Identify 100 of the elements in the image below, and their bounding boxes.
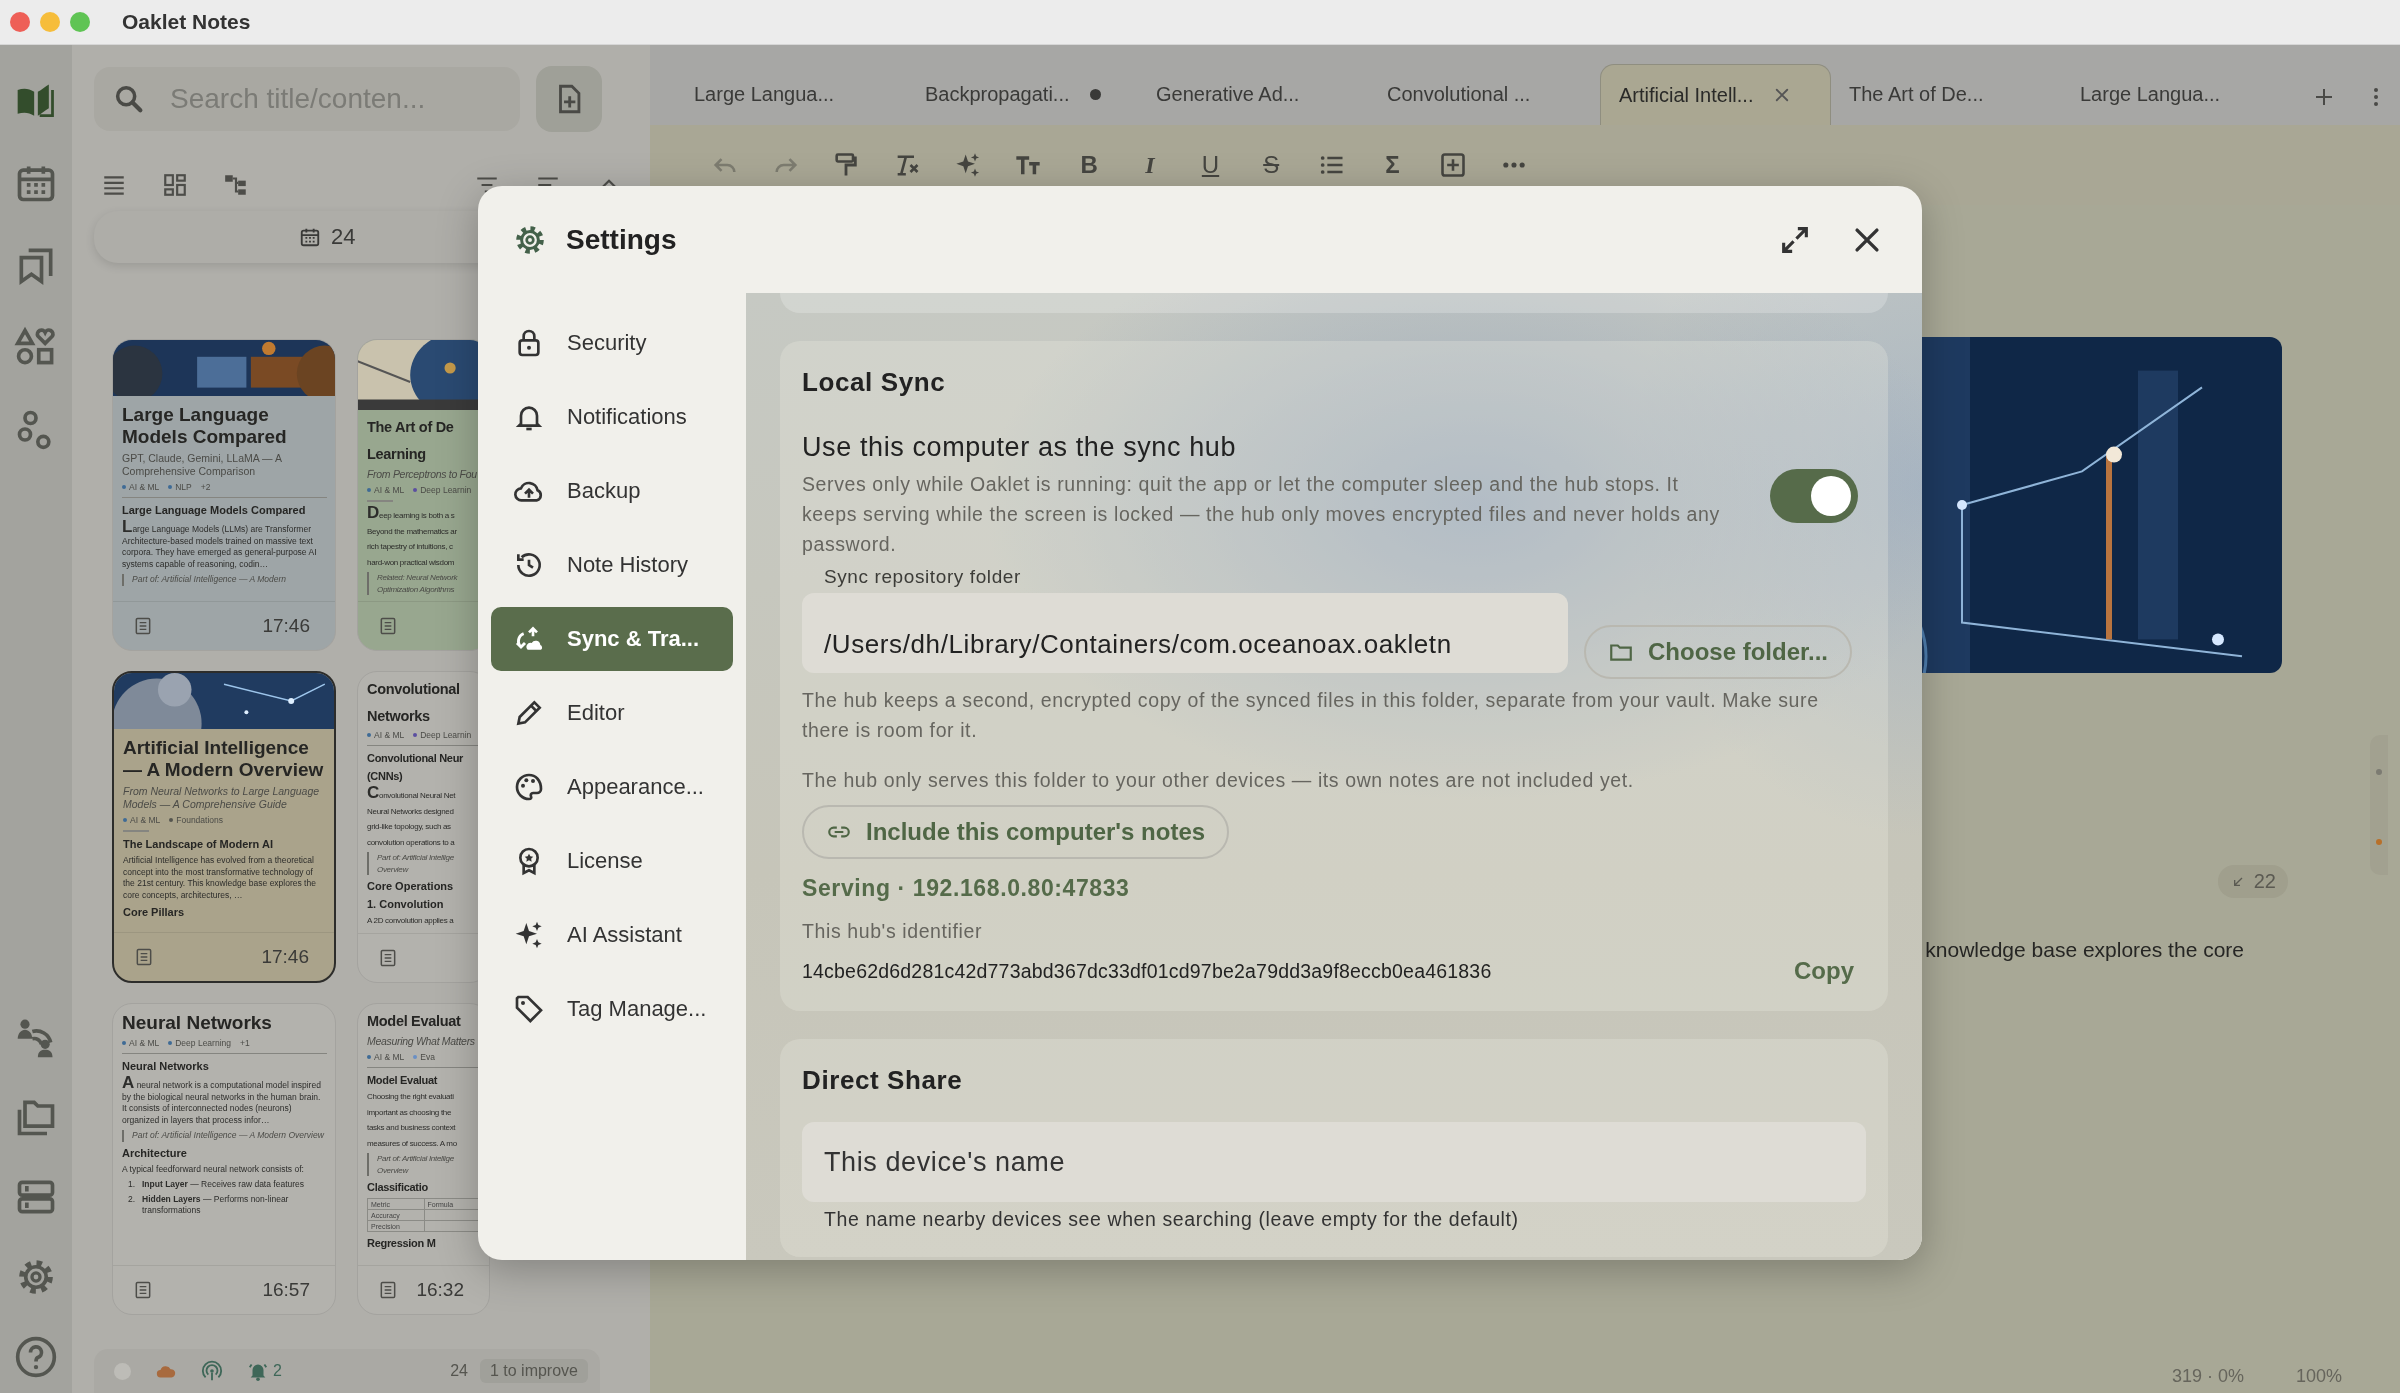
format-button[interactable]: I bbox=[1132, 148, 1167, 182]
include-notes-button[interactable]: Include this computer's notes bbox=[802, 805, 1230, 859]
card-subtitle: Measuring What Matters bbox=[367, 1035, 475, 1048]
tag-label: AI & ML bbox=[129, 482, 160, 492]
window-title: Oaklet Notes bbox=[122, 10, 251, 34]
card-title: Convolutional bbox=[367, 680, 460, 699]
tree-view-icon[interactable] bbox=[223, 172, 249, 198]
tag-label: NLP bbox=[175, 482, 192, 492]
setting-label: Use this computer as the sync hub bbox=[802, 432, 1237, 463]
format-button[interactable]: U bbox=[1193, 148, 1228, 182]
improve-badge[interactable]: 1 to improve bbox=[479, 1359, 588, 1383]
format-button[interactable]: S bbox=[1254, 148, 1289, 182]
settings-nav-item[interactable]: Appearance... bbox=[491, 755, 733, 819]
note-icon bbox=[134, 947, 154, 967]
hub-toggle[interactable] bbox=[1770, 468, 1858, 523]
settings-nav-item[interactable]: Security bbox=[491, 311, 733, 375]
date-count: 24 bbox=[331, 224, 356, 250]
note-icon bbox=[378, 1280, 398, 1300]
editor-tab[interactable]: Convolutional ... bbox=[1369, 64, 1600, 125]
field-label: Sync repository folder bbox=[824, 566, 1021, 588]
note-icon bbox=[378, 948, 398, 968]
card-heading: Architecture bbox=[122, 1145, 188, 1160]
card-title: Learning bbox=[367, 445, 426, 464]
note-count: 24 bbox=[450, 1362, 468, 1380]
card-quote: Part of: Artificial Intellige bbox=[377, 1153, 454, 1165]
editor-tab[interactable]: Large Langua... bbox=[676, 64, 907, 125]
settings-nav-item[interactable]: Note History bbox=[491, 533, 733, 597]
tag-label: AI & ML bbox=[374, 485, 405, 495]
card-text: Large Language Models (LLMs) are Transformer Architecture-based models trained on massive text corpora. They have emerged as general-purpose AI systems capable of reasoning, codin… bbox=[122, 521, 318, 570]
word-count: 319 · 0% bbox=[2171, 1366, 2244, 1387]
section-title: Direct Share bbox=[802, 1065, 964, 1096]
editor-tab[interactable]: Artificial Intell... bbox=[1600, 64, 1831, 125]
settings-nav-item[interactable]: Notifications bbox=[491, 385, 733, 449]
bell-count: 2 bbox=[273, 1362, 282, 1380]
tag-label: Eva bbox=[420, 1052, 435, 1062]
card-text: measures of success. A mo bbox=[367, 1137, 457, 1149]
card-heading: The Landscape of Modern AI bbox=[123, 837, 274, 851]
settings-nav-item[interactable]: Backup bbox=[491, 459, 733, 523]
note-time: 17:46 bbox=[262, 615, 310, 637]
insert-icon[interactable] bbox=[1439, 151, 1468, 179]
card-subtitle: From Perceptrons to Fou bbox=[367, 468, 477, 481]
card-title: Networks bbox=[367, 707, 430, 726]
help-icon[interactable] bbox=[14, 1335, 58, 1379]
card-quote: Related: Neural Network bbox=[377, 572, 458, 584]
close-light[interactable] bbox=[10, 12, 30, 32]
card-text: Neural Networks designed bbox=[367, 805, 454, 817]
choose-folder-button[interactable]: Choose folder... bbox=[1584, 625, 1853, 679]
format-button[interactable]: Σ bbox=[1375, 148, 1410, 182]
card-text: Deep learning is both a s bbox=[367, 507, 455, 522]
grid-view-icon[interactable] bbox=[162, 172, 188, 198]
new-note-button[interactable] bbox=[536, 66, 602, 132]
format-button[interactable]: B bbox=[1072, 148, 1107, 182]
device-name-field[interactable]: This device's name bbox=[802, 1122, 1866, 1202]
help-text: The name nearby devices see when searching (leave empty for the default) bbox=[823, 1208, 1520, 1231]
settings-nav-item[interactable]: Editor bbox=[491, 681, 733, 745]
note-icon bbox=[133, 616, 153, 636]
card-title: Model Evaluat bbox=[367, 1012, 461, 1031]
help-text: The hub only serves this folder to your other devices — its own notes are not included yet. bbox=[802, 768, 1635, 793]
broadcast-icon[interactable] bbox=[201, 1360, 223, 1382]
note-card[interactable] bbox=[112, 671, 336, 983]
settings-nav-item[interactable]: License bbox=[491, 829, 733, 893]
card-heading: Classificatio bbox=[367, 1180, 428, 1194]
card-heading: Regression M bbox=[367, 1236, 436, 1250]
card-heading: Core Pillars bbox=[123, 905, 186, 919]
card-quote: Part of: Artificial Intelligence — A Modern Overview bbox=[122, 1130, 327, 1142]
card-text: A typical feedforward neural network consists of: bbox=[122, 1163, 305, 1175]
copy-button[interactable]: Copy bbox=[1794, 957, 1854, 985]
note-icon bbox=[133, 1280, 153, 1300]
tag-label: AI & ML bbox=[130, 815, 161, 825]
settings-nav-item[interactable]: AI Assistant bbox=[491, 903, 733, 967]
card-text: Artificial Intelligence has evolved from a theoretical concept into the most transformative technology of the 21st century. This knowledge base explores the core concepts, architectures, … bbox=[123, 855, 317, 901]
card-heading: 1. Convolution bbox=[367, 897, 445, 911]
card-quote: Part of: Artificial Intellige bbox=[377, 852, 454, 864]
tag-label: Deep Learning bbox=[175, 1038, 231, 1048]
note-time: 17:46 bbox=[261, 946, 309, 968]
folder-field[interactable]: /Users/dh/Library/Containers/com.oceanoax.oakletn bbox=[802, 593, 1568, 673]
card-heading: Neural Networks bbox=[122, 1059, 210, 1073]
settings-nav-item[interactable]: Tag Manage... bbox=[491, 977, 733, 1041]
backlinks-count[interactable]: 22 bbox=[2217, 865, 2288, 898]
editor-tab[interactable]: Large Langua... bbox=[2062, 64, 2293, 125]
tag-label: Foundations bbox=[176, 815, 224, 825]
editor-tab[interactable]: Backpropagati... bbox=[907, 64, 1138, 125]
unsaved-dot bbox=[1089, 89, 1101, 100]
tag-label: +2 bbox=[200, 482, 211, 492]
tag-icon bbox=[513, 993, 545, 1025]
card-text: A 2D convolution applies a bbox=[367, 915, 454, 927]
card-text: important as choosing the bbox=[367, 1106, 452, 1118]
card-text: tasks and business context bbox=[367, 1122, 456, 1134]
help-text: The hub keeps a second, encrypted copy of the synced files in this folder, separate from your vault. Make sure there is room for it. bbox=[802, 688, 1820, 743]
note-card[interactable] bbox=[112, 339, 336, 651]
card-text: convolution operations to a bbox=[367, 836, 455, 848]
outline-marker[interactable] bbox=[2370, 735, 2388, 875]
note-card[interactable] bbox=[357, 1003, 490, 1315]
settings-nav-item[interactable]: Sync & Tra... bbox=[491, 607, 733, 671]
card-heading: Model Evaluat bbox=[367, 1073, 438, 1087]
editor-tab[interactable]: Generative Ad... bbox=[1138, 64, 1369, 125]
card-title: The Art of De bbox=[367, 418, 454, 437]
card-title: Artificial Intelligence — A Modern Overview bbox=[123, 737, 325, 781]
editor-tab[interactable]: The Art of De... bbox=[1831, 64, 2062, 125]
list-item: 1. Input Layer — Receives raw data features bbox=[128, 1179, 306, 1191]
